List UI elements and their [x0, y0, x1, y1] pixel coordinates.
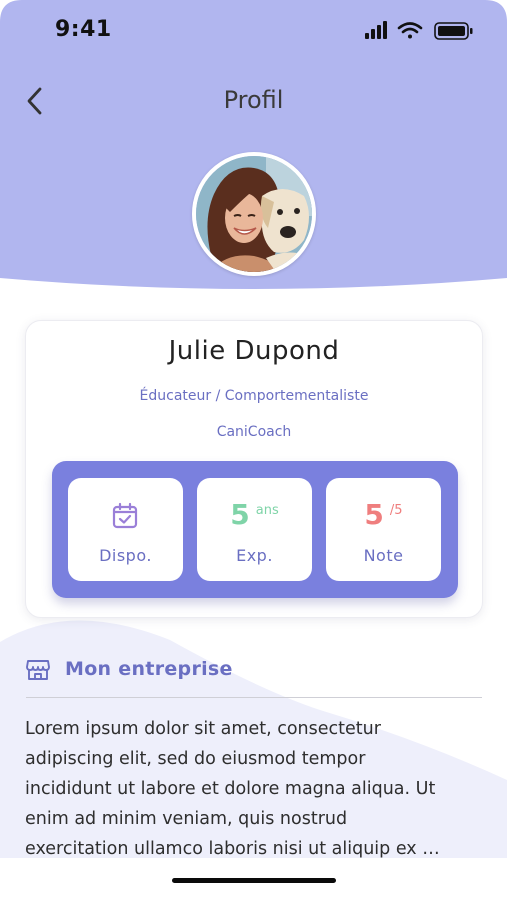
page-title: Profil [223, 86, 284, 114]
rating-stat[interactable]: 5/5 Note [326, 478, 441, 581]
rating-label: Note [363, 546, 404, 565]
experience-label: Exp. [236, 546, 273, 565]
experience-value-row: 5 ans [197, 498, 312, 531]
company-description: Lorem ipsum dolor sit amet, consectetur … [25, 719, 440, 859]
status-icons [365, 21, 473, 40]
experience-stat[interactable]: 5 ans Exp. [197, 478, 312, 581]
company-section-header: Mon entreprise [26, 656, 482, 686]
rating-value-row: 5/5 [326, 498, 441, 531]
home-indicator[interactable] [172, 878, 336, 883]
store-icon [26, 660, 50, 680]
profile-card: Julie Dupond Éducateur / Comportementali… [25, 320, 483, 618]
section-divider [26, 697, 482, 698]
experience-value: 5 [230, 498, 250, 531]
stats-panel: Dispo. 5 ans Exp. 5/5 Note [52, 461, 458, 598]
wifi-icon [397, 22, 423, 39]
availability-stat[interactable]: Dispo. [68, 478, 183, 581]
availability-label: Dispo. [99, 546, 152, 565]
status-time: 9:41 [55, 17, 112, 42]
profile-company: CaniCoach [216, 424, 292, 440]
calendar-check-icon [112, 502, 138, 529]
rating-unit: /5 [389, 503, 403, 518]
company-section-title: Mon entreprise [65, 658, 233, 680]
signal-icon [365, 21, 387, 39]
rating-value: 5 [364, 498, 384, 531]
experience-unit: ans [255, 503, 279, 518]
profile-role: Éducateur / Comportementaliste [139, 388, 369, 404]
battery-icon [434, 22, 473, 40]
avatar [192, 152, 316, 276]
avatar-photo [196, 156, 312, 272]
profile-name: Julie Dupond [168, 336, 340, 366]
